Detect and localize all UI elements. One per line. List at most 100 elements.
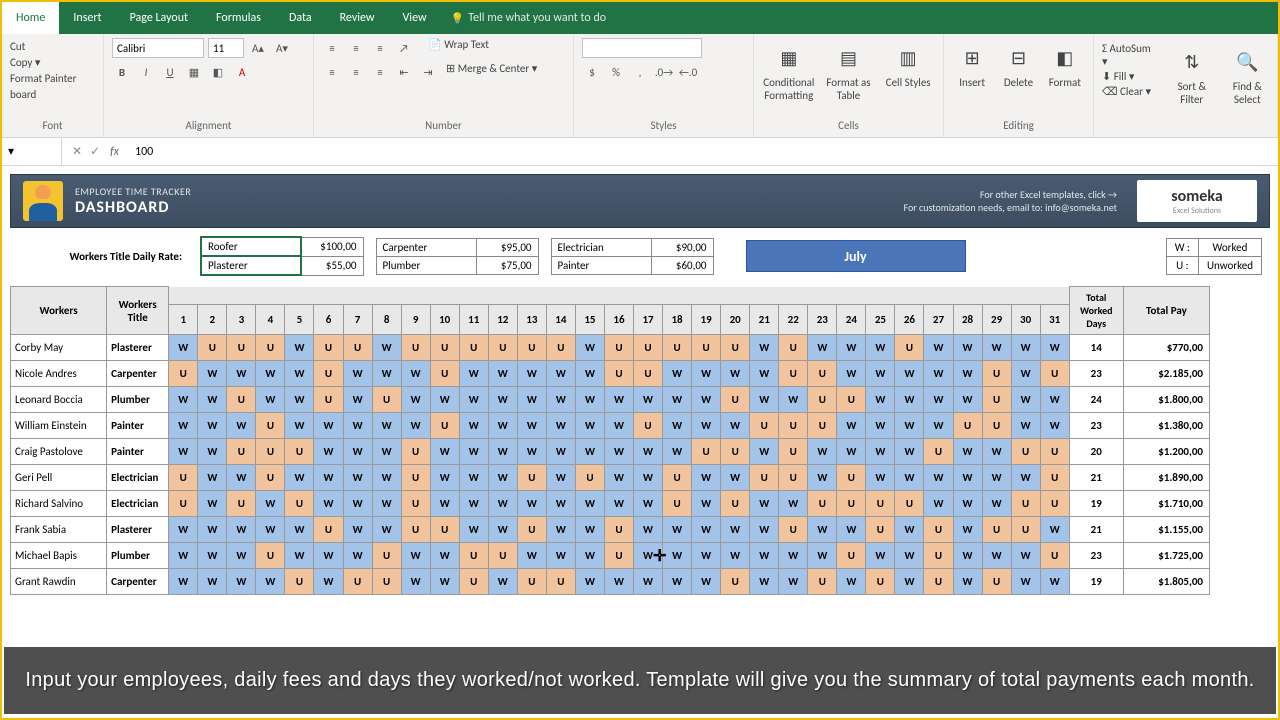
day-cell[interactable]: U — [227, 491, 256, 517]
day-cell[interactable]: U — [982, 387, 1011, 413]
day-cell[interactable]: W — [546, 387, 575, 413]
day-cell[interactable]: U — [401, 335, 430, 361]
day-cell[interactable]: U — [604, 517, 633, 543]
day-cell[interactable]: W — [256, 361, 285, 387]
day-cell[interactable]: W — [430, 439, 459, 465]
day-cell[interactable]: W — [169, 413, 198, 439]
day-cell[interactable]: W — [285, 543, 314, 569]
day-cell[interactable]: W — [924, 361, 953, 387]
day-cell[interactable]: W — [575, 543, 604, 569]
day-cell[interactable]: W — [721, 465, 750, 491]
day-cell[interactable]: U — [953, 413, 982, 439]
day-cell[interactable]: U — [1040, 543, 1069, 569]
day-cell[interactable]: W — [169, 543, 198, 569]
day-cell[interactable]: W — [430, 465, 459, 491]
day-cell[interactable]: W — [779, 569, 808, 595]
day-cell[interactable]: W — [808, 465, 837, 491]
worker-name[interactable]: Geri Pell — [11, 465, 107, 491]
day-cell[interactable]: W — [430, 569, 459, 595]
day-cell[interactable]: U — [1040, 361, 1069, 387]
day-cell[interactable]: U — [982, 413, 1011, 439]
day-cell[interactable]: W — [750, 439, 779, 465]
align-center-icon[interactable]: ≡ — [346, 62, 366, 82]
day-cell[interactable]: W — [779, 491, 808, 517]
day-cell[interactable]: W — [459, 465, 488, 491]
tab-data[interactable]: Data — [275, 2, 326, 34]
align-bottom-icon[interactable]: ≡ — [370, 38, 390, 58]
worker-title[interactable]: Carpenter — [107, 361, 169, 387]
day-cell[interactable]: W — [924, 413, 953, 439]
worker-name[interactable]: Craig Pastolove — [11, 439, 107, 465]
day-cell[interactable]: W — [575, 439, 604, 465]
bold-button[interactable]: B — [112, 62, 132, 82]
day-cell[interactable]: W — [372, 465, 401, 491]
day-cell[interactable]: U — [517, 569, 546, 595]
day-cell[interactable]: W — [1011, 335, 1040, 361]
day-cell[interactable]: U — [1011, 439, 1040, 465]
day-cell[interactable]: U — [546, 335, 575, 361]
day-cell[interactable]: U — [1040, 439, 1069, 465]
comma-icon[interactable]: , — [630, 62, 650, 82]
day-cell[interactable]: W — [866, 465, 895, 491]
templates-link[interactable]: For other Excel templates, click → — [903, 188, 1117, 201]
day-cell[interactable]: U — [430, 413, 459, 439]
day-cell[interactable]: U — [692, 439, 721, 465]
day-cell[interactable]: U — [401, 517, 430, 543]
day-cell[interactable]: W — [546, 517, 575, 543]
day-cell[interactable]: U — [779, 361, 808, 387]
day-cell[interactable]: W — [982, 335, 1011, 361]
day-cell[interactable]: U — [285, 439, 314, 465]
day-cell[interactable]: U — [924, 517, 953, 543]
day-cell[interactable]: U — [430, 361, 459, 387]
worker-title[interactable]: Plumber — [107, 543, 169, 569]
day-cell[interactable]: W — [314, 491, 343, 517]
worker-name[interactable]: Grant Rawdin — [11, 569, 107, 595]
day-cell[interactable]: W — [401, 543, 430, 569]
day-cell[interactable]: W — [953, 465, 982, 491]
day-cell[interactable]: W — [1011, 361, 1040, 387]
day-cell[interactable]: U — [459, 335, 488, 361]
day-cell[interactable]: U — [256, 465, 285, 491]
day-cell[interactable]: U — [227, 387, 256, 413]
day-cell[interactable]: W — [866, 413, 895, 439]
align-left-icon[interactable]: ≡ — [322, 62, 342, 82]
copy-button[interactable]: Copy ▾ — [10, 56, 95, 69]
day-cell[interactable]: W — [604, 465, 633, 491]
day-cell[interactable]: W — [169, 439, 198, 465]
day-cell[interactable]: W — [227, 413, 256, 439]
fx-icon[interactable]: fx — [110, 145, 127, 159]
day-cell[interactable]: W — [517, 491, 546, 517]
day-cell[interactable]: W — [314, 569, 343, 595]
day-cell[interactable]: U — [517, 335, 546, 361]
day-cell[interactable]: U — [721, 439, 750, 465]
day-cell[interactable]: W — [488, 569, 517, 595]
day-cell[interactable]: W — [1040, 335, 1069, 361]
table-row[interactable]: Richard SalvinoElectricianUWUWUWWWUWWWWW… — [11, 491, 1210, 517]
day-cell[interactable]: U — [663, 335, 692, 361]
day-cell[interactable]: W — [604, 491, 633, 517]
insert-button[interactable]: ⊞Insert — [952, 38, 992, 89]
day-cell[interactable]: W — [372, 413, 401, 439]
conditional-formatting-button[interactable]: ▦Conditional Formatting — [762, 38, 816, 102]
day-cell[interactable]: U — [285, 569, 314, 595]
day-cell[interactable]: W — [750, 517, 779, 543]
day-cell[interactable]: W — [604, 439, 633, 465]
day-cell[interactable]: W — [895, 569, 924, 595]
day-cell[interactable]: U — [866, 491, 895, 517]
day-cell[interactable]: W — [663, 543, 692, 569]
day-cell[interactable]: W — [546, 491, 575, 517]
day-cell[interactable]: W — [256, 569, 285, 595]
day-cell[interactable]: U — [750, 413, 779, 439]
day-cell[interactable]: U — [343, 335, 372, 361]
day-cell[interactable]: W — [227, 465, 256, 491]
worker-title[interactable]: Painter — [107, 413, 169, 439]
day-cell[interactable]: W — [692, 569, 721, 595]
day-cell[interactable]: U — [604, 335, 633, 361]
day-cell[interactable]: W — [430, 491, 459, 517]
day-cell[interactable]: U — [634, 335, 663, 361]
day-cell[interactable]: W — [459, 361, 488, 387]
border-button[interactable]: ▦ — [184, 62, 204, 82]
tab-view[interactable]: View — [389, 2, 441, 34]
day-cell[interactable]: W — [837, 439, 866, 465]
day-cell[interactable]: W — [924, 491, 953, 517]
